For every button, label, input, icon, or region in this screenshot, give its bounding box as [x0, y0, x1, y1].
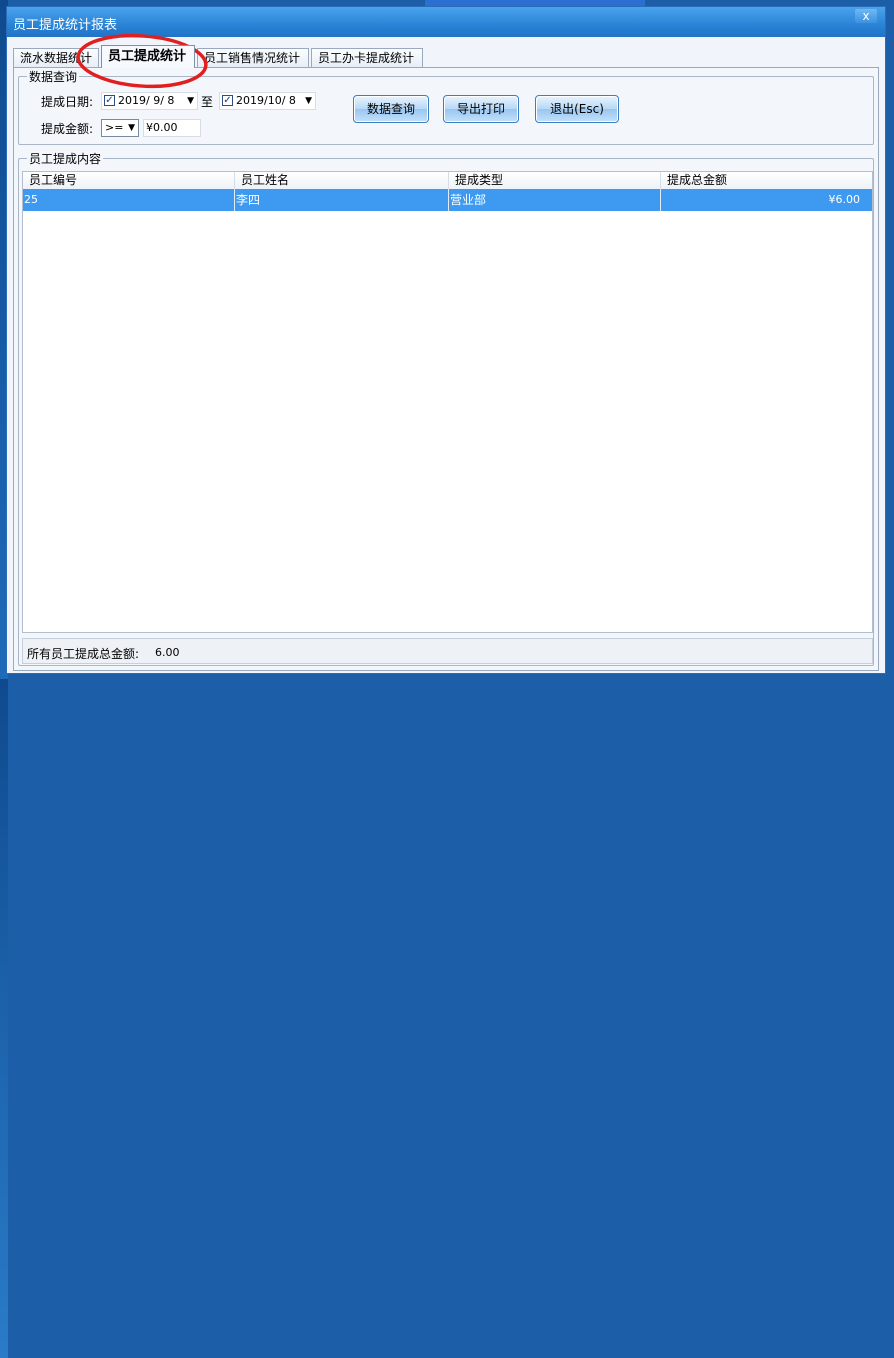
date-label: 提成日期:: [41, 95, 94, 109]
query-group: 数据查询 提成日期: ✓ 2019/ 9/ 8 ▼ 至 ✓ 2019/10/ 8…: [18, 68, 874, 145]
title-bar: 员工提成统计报表 x: [7, 7, 885, 37]
column-header-amount[interactable]: 提成总金额: [661, 172, 872, 189]
date-from-checkbox[interactable]: ✓: [104, 95, 115, 106]
commission-grid[interactable]: 员工编号 员工姓名 提成类型 提成总金额 25 李四 营业部 ¥6.00: [22, 171, 873, 633]
date-to-checkbox[interactable]: ✓: [222, 95, 233, 106]
summary-bar: 所有员工提成总金额: 6.00: [22, 638, 873, 664]
tab-commission-stats[interactable]: 员工提成统计: [101, 45, 195, 68]
to-label: 至: [201, 95, 214, 109]
amount-input[interactable]: ¥0.00: [143, 119, 201, 137]
background-app-right-edge: [0, 679, 8, 1358]
grid-header: 员工编号 员工姓名 提成类型 提成总金额: [23, 172, 872, 190]
tab-flow-stats[interactable]: 流水数据统计: [13, 48, 99, 67]
cell-commission-amount: ¥6.00: [828, 193, 861, 206]
query-group-title: 数据查询: [27, 68, 80, 85]
tab-sales-stats[interactable]: 员工销售情况统计: [197, 48, 309, 67]
export-print-button[interactable]: 导出打印: [443, 95, 519, 123]
query-button[interactable]: 数据查询: [353, 95, 429, 123]
date-from-picker[interactable]: ✓ 2019/ 9/ 8 ▼: [101, 92, 198, 110]
close-button[interactable]: x: [855, 9, 877, 23]
column-header-name[interactable]: 员工姓名: [235, 172, 449, 189]
date-from-value: 2019/ 9/ 8: [118, 94, 175, 107]
cell-employee-name: 李四: [235, 189, 449, 211]
window-title: 员工提成统计报表: [13, 18, 118, 33]
cell-commission-type: 营业部: [449, 189, 661, 211]
column-header-id[interactable]: 员工编号: [23, 172, 235, 189]
amount-label: 提成金额:: [41, 122, 94, 136]
tab-panel: 数据查询 提成日期: ✓ 2019/ 9/ 8 ▼ 至 ✓ 2019/10/ 8…: [13, 67, 879, 671]
report-window: 员工提成统计报表 x 流水数据统计 员工提成统计 员工销售情况统计 员工办卡提成…: [6, 6, 886, 674]
total-value: 6.00: [155, 646, 180, 659]
tab-card-commission-stats[interactable]: 员工办卡提成统计: [311, 48, 423, 67]
exit-button[interactable]: 退出(Esc): [535, 95, 619, 123]
date-to-picker[interactable]: ✓ 2019/10/ 8 ▼: [219, 92, 316, 110]
window-client-area: 流水数据统计 员工提成统计 员工销售情况统计 员工办卡提成统计 数据查询 提成日…: [7, 37, 885, 673]
date-to-value: 2019/10/ 8: [236, 94, 296, 107]
chevron-down-icon: ▼: [187, 96, 194, 106]
content-group-title: 员工提成内容: [27, 150, 104, 167]
content-group: 员工提成内容 员工编号 员工姓名 提成类型 提成总金额 25 李四 营业部 ¥6…: [18, 150, 874, 666]
chevron-down-icon: ▼: [128, 123, 135, 133]
column-header-type[interactable]: 提成类型: [449, 172, 661, 189]
cell-employee-id: 25: [23, 189, 235, 211]
operator-value: >=: [105, 121, 124, 134]
table-row[interactable]: 25 李四 营业部 ¥6.00: [23, 189, 872, 211]
operator-select[interactable]: >= ▼: [101, 119, 139, 137]
total-label: 所有员工提成总金额:: [27, 647, 140, 661]
chevron-down-icon: ▼: [305, 96, 312, 106]
